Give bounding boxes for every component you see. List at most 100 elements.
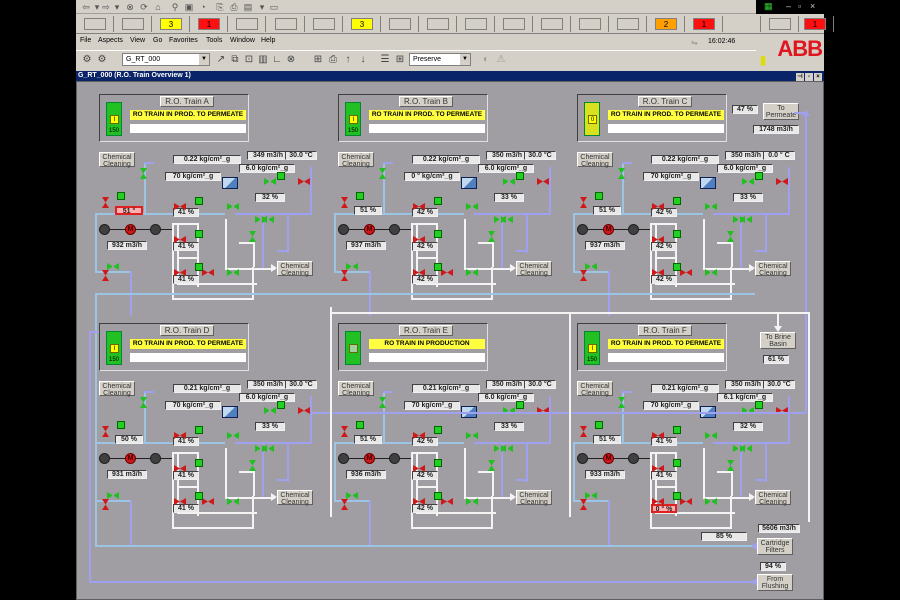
on-off-valve-icon[interactable]	[494, 445, 506, 452]
chevron-down-icon[interactable]: ▼	[460, 54, 470, 65]
status-indicator-icon[interactable]	[673, 263, 681, 271]
restore-button[interactable]: ▫	[798, 1, 801, 11]
permeate-flow-readout[interactable]: 349 m3/h	[247, 151, 289, 160]
permeate-pressure-readout[interactable]: 6.0 kg/cm²_g	[478, 393, 534, 402]
status-indicator-icon[interactable]	[755, 401, 763, 409]
train-title-button[interactable]: R.O. Train D	[160, 325, 214, 336]
alarm-group-14[interactable]	[571, 16, 609, 32]
stage-valve-1[interactable]: 42 %	[412, 208, 438, 217]
on-off-valve-icon[interactable]	[227, 269, 239, 276]
stop-icon[interactable]: ⊗	[124, 1, 136, 13]
permeate-pressure-readout[interactable]: 6.0 kg/cm²_g	[239, 164, 295, 173]
status-indicator-icon[interactable]	[434, 263, 442, 271]
reject-valve-position[interactable]: 33 %	[494, 193, 524, 202]
alarm-group-20[interactable]: 1	[796, 16, 834, 32]
differential-pressure-readout[interactable]: 0.22 kg/cm²_g	[173, 155, 241, 164]
feed-pressure-readout[interactable]: 70 kg/cm²_g	[643, 401, 699, 410]
on-off-valve-icon[interactable]	[705, 498, 717, 505]
copy-icon[interactable]: ⎘	[214, 1, 226, 13]
control-valve-icon[interactable]	[441, 269, 453, 276]
chemical-cleaning-button[interactable]: Chemical Cleaning	[338, 152, 374, 168]
status-indicator-icon[interactable]	[356, 192, 364, 200]
stage-valve-3[interactable]: 42 %	[412, 504, 438, 513]
status-indicator-icon[interactable]	[277, 172, 285, 180]
alarm-group-1[interactable]	[76, 16, 114, 32]
hp-pump-motor-icon[interactable]: M	[603, 453, 614, 464]
bar-chart-icon[interactable]: ▥	[256, 53, 270, 67]
status-indicator-icon[interactable]	[195, 426, 203, 434]
on-off-valve-icon[interactable]	[346, 492, 358, 499]
on-off-valve-icon[interactable]	[742, 178, 754, 185]
temperature-readout[interactable]: 30.0 °C	[524, 151, 556, 160]
status-indicator-icon[interactable]	[195, 492, 203, 500]
status-indicator-icon[interactable]	[356, 421, 364, 429]
acknowledge-icon[interactable]: ⊗	[284, 53, 298, 67]
permeate-pressure-readout[interactable]: 6.1 kg/cm²_g	[717, 393, 773, 402]
train-title-button[interactable]: R.O. Train F	[638, 325, 692, 336]
permeate-pct-readout[interactable]: 47 %	[732, 105, 758, 114]
on-off-valve-icon[interactable]	[705, 203, 717, 210]
menu-file[interactable]: File	[80, 37, 91, 44]
hp-pump-motor-icon[interactable]: M	[125, 453, 136, 464]
from-flushing-button[interactable]: From Flushing	[757, 574, 793, 591]
alarm-group-12[interactable]	[495, 16, 533, 32]
train-mode-icon[interactable]: 0	[584, 102, 600, 136]
reject-valve-position[interactable]: 32 %	[255, 193, 285, 202]
menu-view[interactable]: View	[130, 37, 145, 44]
reject-valve-position[interactable]: 33 %	[494, 422, 524, 431]
feed-pressure-readout[interactable]: 70 kg/cm²_g	[643, 172, 699, 181]
train-mode-icon[interactable]	[345, 331, 361, 365]
control-valve-icon[interactable]	[102, 426, 109, 437]
alarm-group-10[interactable]	[419, 16, 457, 32]
status-indicator-icon[interactable]	[434, 492, 442, 500]
feed-valve-position[interactable]: 51 °	[115, 206, 143, 215]
status-indicator-icon[interactable]	[434, 197, 442, 205]
permeate-flow-total[interactable]: 1748 m3/h	[753, 125, 799, 134]
alarm-group-13[interactable]	[533, 16, 571, 32]
stage-valve-3[interactable]: 42 %	[412, 275, 438, 284]
on-off-valve-icon[interactable]	[585, 263, 597, 270]
feed-valve-position[interactable]: 51 %	[354, 435, 382, 444]
stage-valve-2[interactable]: 42 %	[412, 471, 438, 480]
arrow-up-icon[interactable]: ↑	[341, 53, 355, 67]
close-button[interactable]: ×	[814, 73, 822, 81]
status-indicator-icon[interactable]	[673, 492, 681, 500]
pump-flow-readout[interactable]: 931 m3/h	[107, 470, 147, 479]
on-off-valve-icon[interactable]	[466, 269, 478, 276]
on-off-valve-icon[interactable]	[255, 445, 267, 452]
membrane-icon[interactable]	[700, 177, 716, 189]
menu-go[interactable]: Go	[153, 37, 162, 44]
print-icon[interactable]: ⎙	[228, 1, 240, 13]
train-title-button[interactable]: R.O. Train E	[399, 325, 453, 336]
cartridge-pct-readout[interactable]: 85 %	[701, 532, 747, 541]
warning-icon[interactable]: ⚠	[494, 53, 508, 67]
chemical-cleaning-button[interactable]: Chemical Cleaning	[516, 261, 552, 277]
pump-flow-readout[interactable]: 936 m3/h	[346, 470, 386, 479]
train-mode-icon[interactable]: I 150	[106, 331, 122, 365]
temperature-readout[interactable]: 30.0 °C	[285, 151, 317, 160]
refresh-icon[interactable]: ⟳	[138, 1, 150, 13]
pump-flow-readout[interactable]: 932 m3/h	[107, 241, 147, 250]
pump-flow-readout[interactable]: 937 m3/h	[346, 241, 386, 250]
alarm-list-icon[interactable]: ⊞	[311, 53, 325, 67]
feed-pressure-readout[interactable]: 70 kg/cm²_g	[165, 401, 221, 410]
booster-pump-icon[interactable]	[99, 453, 110, 464]
on-off-valve-icon[interactable]	[249, 460, 256, 471]
status-indicator-icon[interactable]	[516, 172, 524, 180]
status-indicator-icon[interactable]	[195, 230, 203, 238]
stage-valve-2[interactable]: 41 %	[173, 471, 199, 480]
booster-pump-icon[interactable]	[577, 453, 588, 464]
status-indicator-icon[interactable]	[277, 401, 285, 409]
alarm-group-3[interactable]: 3	[152, 16, 190, 32]
forward-dropdown-icon[interactable]: ▾	[111, 1, 123, 13]
status-indicator-icon[interactable]	[673, 426, 681, 434]
on-off-valve-icon[interactable]	[249, 231, 256, 242]
differential-pressure-readout[interactable]: 0.22 kg/cm²_g	[651, 155, 719, 164]
permeate-flow-readout[interactable]: 350 m3/h	[247, 380, 289, 389]
alarm-group-11[interactable]	[457, 16, 495, 32]
print-icon[interactable]: ⎙	[326, 53, 340, 67]
on-off-valve-icon[interactable]	[255, 216, 267, 223]
control-valve-icon[interactable]	[298, 178, 310, 185]
trend-icon[interactable]: ∟	[270, 53, 284, 67]
menu-window[interactable]: Window	[230, 37, 255, 44]
